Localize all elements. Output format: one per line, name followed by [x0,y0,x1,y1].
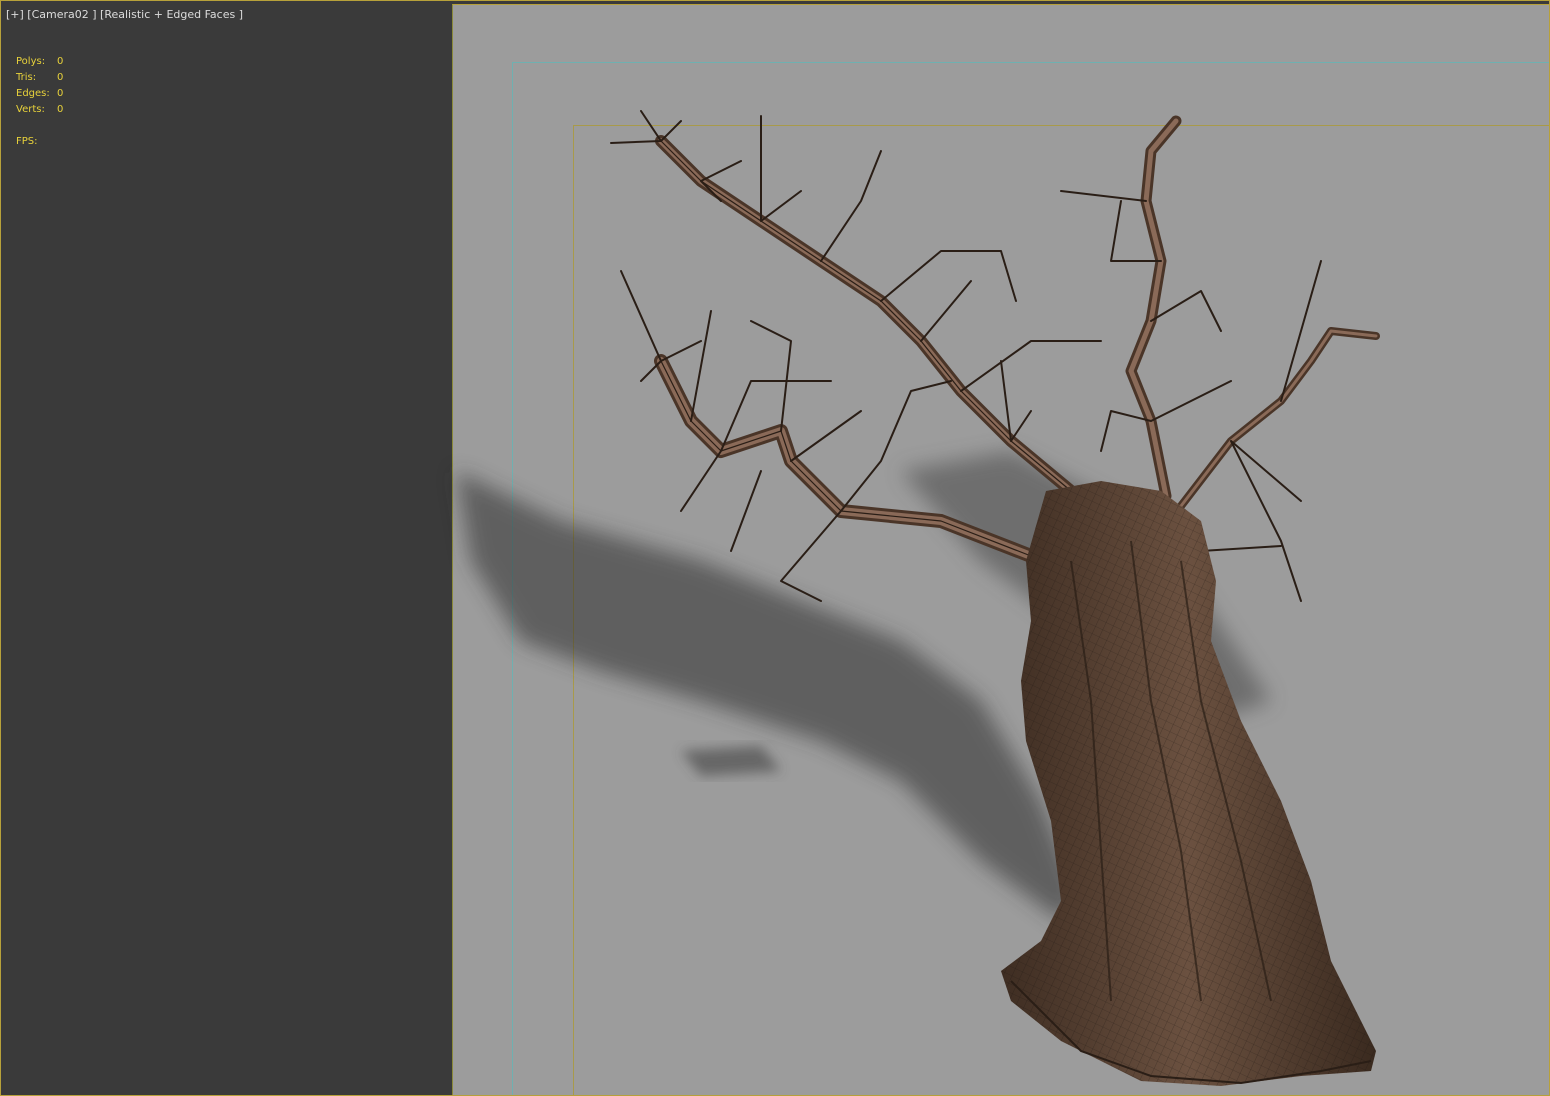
polys-value: 0 [57,56,64,67]
fps-label: FPS: [16,136,38,147]
polys-label: Polys: [16,56,46,67]
edges-row: Edges: 0 [16,86,63,102]
polys-row: Polys: 0 [16,54,63,70]
tris-row: Tris: 0 [16,70,63,86]
tree-trunk [1001,481,1376,1086]
tris-value: 0 [57,72,64,83]
edges-value: 0 [57,88,64,99]
verts-row: Verts: 0 [16,102,63,118]
viewport-label[interactable]: [+] [Camera02 ] [Realistic + Edged Faces… [6,8,243,21]
tree-model-render[interactable] [1,1,1549,1095]
edges-label: Edges: [16,88,50,99]
3d-viewport[interactable]: [+] [Camera02 ] [Realistic + Edged Faces… [0,0,1550,1096]
verts-label: Verts: [16,104,45,115]
fps-row: FPS: [16,134,63,150]
tris-label: Tris: [16,72,37,83]
stats-overlay: Polys: 0 Tris: 0 Edges: 0 Verts: 0 FPS: [16,54,63,150]
verts-value: 0 [57,104,64,115]
